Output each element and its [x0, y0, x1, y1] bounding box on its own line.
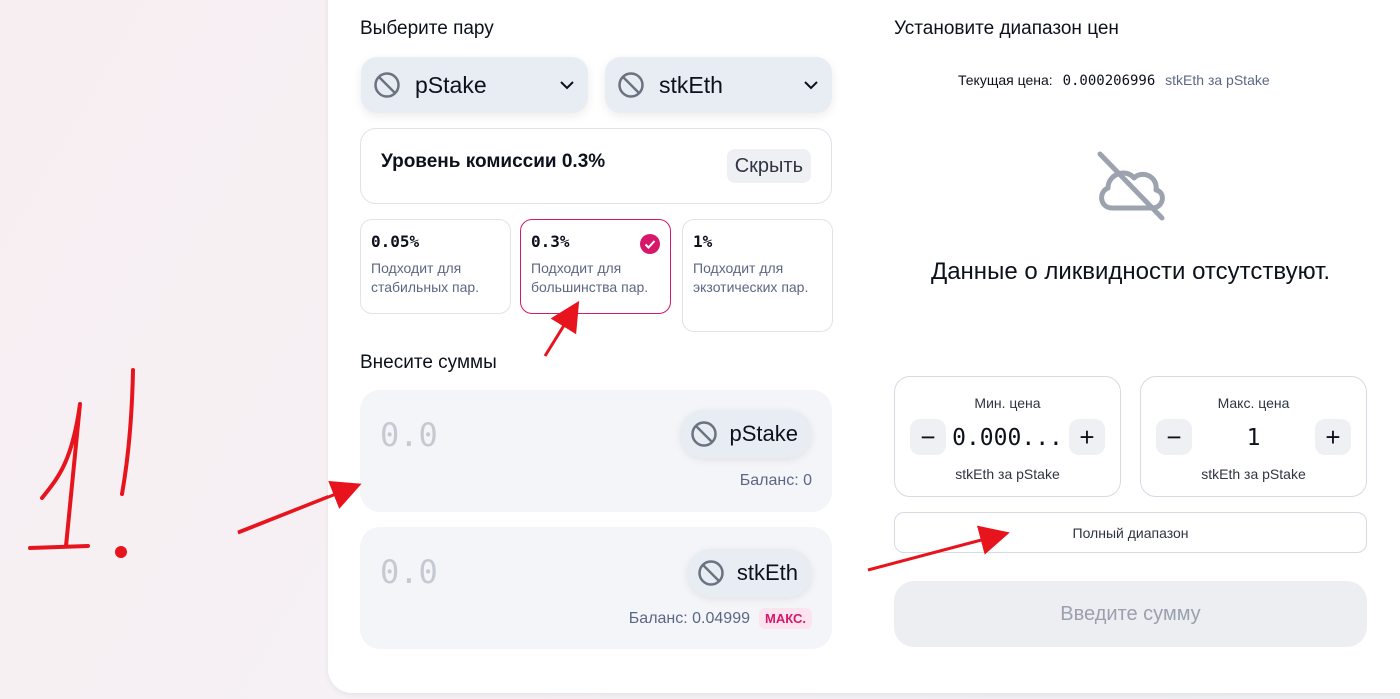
min-price-increment-button[interactable]: +	[1069, 419, 1105, 455]
max-price-increment-button[interactable]: +	[1315, 419, 1351, 455]
no-token-icon	[618, 72, 644, 98]
token-b-pill[interactable]: stkEth	[686, 549, 812, 597]
enter-amount-button[interactable]: Введите сумму	[894, 581, 1367, 647]
no-token-icon	[698, 560, 724, 586]
cloud-off-icon	[1097, 151, 1165, 221]
max-price-input[interactable]: 1	[1196, 425, 1311, 451]
max-button[interactable]: МАКС.	[759, 608, 812, 629]
max-price-decrement-button[interactable]: −	[1156, 419, 1192, 455]
token-b-label: stkEth	[659, 71, 723, 98]
fee-tier-box: Уровень комиссии 0.3% Скрыть	[360, 128, 832, 204]
amount-a-value[interactable]: 0.0	[380, 416, 438, 454]
balance-a: Баланс: 0	[739, 472, 812, 489]
current-price-label: Текущая цена:	[958, 72, 1053, 88]
range-title: Установите диапазон цен	[894, 18, 1119, 39]
annotation-arrow-line	[237, 494, 330, 534]
max-price-unit: stkEth за pStake	[1201, 466, 1306, 482]
fee-tier-option-0-3[interactable]: 0.3% Подходит для большинства пар.	[520, 219, 671, 314]
token-a-label: pStake	[415, 71, 487, 98]
min-price-unit: stkEth за pStake	[955, 466, 1060, 482]
check-icon	[640, 234, 660, 254]
balance-b: Баланс: 0.04999	[628, 610, 750, 627]
amount-input-b[interactable]: 0.0 stkEth Баланс: 0.04999 МАКС.	[360, 527, 832, 649]
pair-title: Выберите пару	[360, 18, 494, 39]
tier-description: Подходит для большинства пар.	[531, 260, 649, 295]
annotation-stroke-one	[40, 402, 82, 548]
current-price-value: 0.000206996	[1062, 73, 1156, 89]
min-price-box: Мин. цена − 0.000... + stkEth за pStake	[894, 376, 1121, 497]
min-price-title: Мин. цена	[974, 395, 1041, 411]
tier-description: Подходит для стабильных пар.	[371, 260, 480, 295]
min-price-input[interactable]: 0.000...	[950, 425, 1065, 451]
token-a-select[interactable]: pStake	[361, 57, 588, 113]
no-token-icon	[690, 421, 717, 447]
annotation-drawing	[28, 368, 330, 558]
max-price-title: Макс. цена	[1217, 395, 1290, 411]
tier-percent: 0.05%	[371, 232, 420, 251]
no-token-icon	[374, 72, 400, 98]
chevron-down-icon	[804, 81, 818, 90]
tier-percent: 1%	[693, 232, 713, 251]
fee-tier-option-1[interactable]: 1% Подходит для экзотических пар.	[682, 219, 833, 332]
current-price-unit: stkEth за pStake	[1165, 72, 1270, 88]
annotation-stroke-exclaim	[120, 368, 135, 496]
current-price: Текущая цена: 0.000206996 stkEth за pSta…	[958, 72, 1270, 89]
token-a-pill[interactable]: pStake	[679, 410, 812, 458]
deposit-title: Внесите суммы	[360, 352, 497, 373]
amount-b-value[interactable]: 0.0	[380, 553, 438, 591]
token-b-select[interactable]: stkEth	[605, 57, 832, 113]
token-a-pill-label: pStake	[729, 421, 799, 446]
annotation-stroke-base	[28, 544, 90, 550]
fee-tier-option-0-05[interactable]: 0.05% Подходит для стабильных пар.	[360, 219, 511, 314]
amount-input-a[interactable]: 0.0 pStake Баланс: 0	[360, 390, 832, 512]
no-liquidity-message: Данные о ликвидности отсутствуют.	[930, 258, 1331, 285]
max-price-box: Макс. цена − 1 + stkEth за pStake	[1140, 376, 1367, 497]
min-price-decrement-button[interactable]: −	[910, 419, 946, 455]
tier-description: Подходит для экзотических пар.	[693, 260, 809, 295]
hide-button[interactable]: Скрыть	[726, 149, 811, 183]
full-range-button[interactable]: Полный диапазон	[894, 512, 1367, 553]
token-b-pill-label: stkEth	[736, 560, 798, 585]
chevron-down-icon	[560, 81, 574, 90]
fee-tier-label: Уровень комиссии 0.3%	[381, 151, 606, 172]
annotation-dot	[115, 546, 127, 558]
